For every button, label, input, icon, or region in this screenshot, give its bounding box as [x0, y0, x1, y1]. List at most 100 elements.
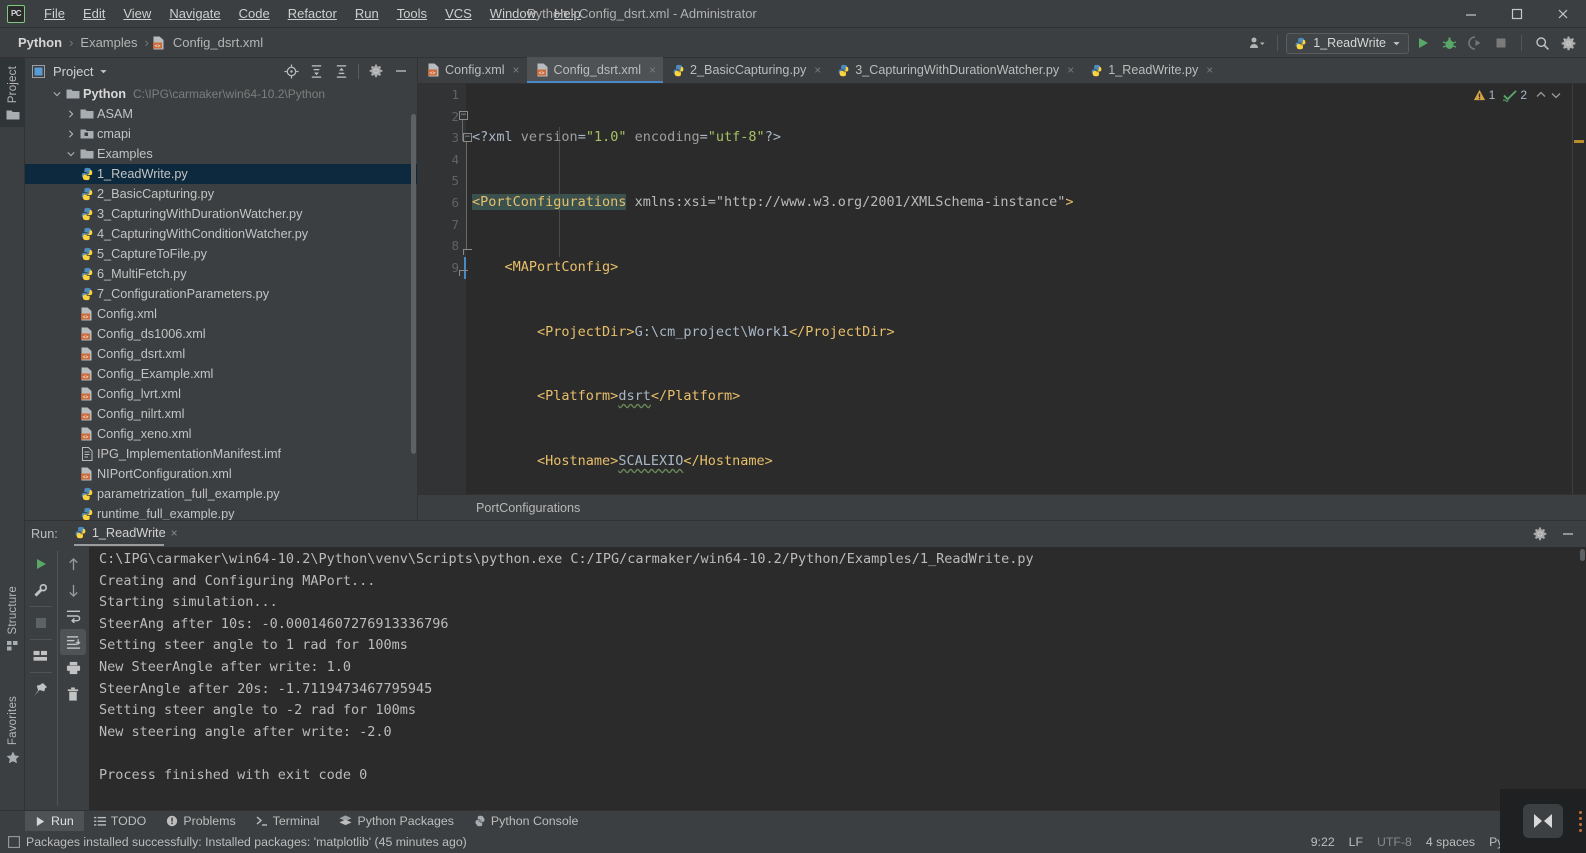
error-stripe-gutter[interactable]: [1572, 84, 1586, 520]
settings-button[interactable]: [1556, 31, 1580, 55]
menu-item-navigate[interactable]: Navigate: [160, 3, 229, 24]
tree-node-examples[interactable]: Examples: [25, 144, 417, 164]
tree-node-python[interactable]: Python C:\IPG\carmaker\win64-10.2\Python: [25, 84, 417, 104]
print-button[interactable]: [60, 655, 86, 681]
fold-marker-collapse[interactable]: −: [463, 133, 472, 142]
expand-all-button[interactable]: [304, 59, 328, 83]
inspection-widget[interactable]: 1 2: [1473, 88, 1562, 102]
maximize-button[interactable]: [1494, 0, 1540, 28]
rerun-button[interactable]: [28, 551, 54, 577]
editor-tab-config-dsrt-xml[interactable]: <> Config_dsrt.xml ×: [526, 57, 664, 83]
scroll-to-end-button[interactable]: [60, 629, 87, 655]
line-separator[interactable]: LF: [1349, 835, 1363, 849]
debug-button[interactable]: [1437, 31, 1461, 55]
tree-node-niportconfiguration-xml[interactable]: <> NIPortConfiguration.xml: [25, 464, 417, 484]
chevron-down-icon[interactable]: [1550, 89, 1562, 101]
sidebar-item-project[interactable]: Project: [0, 58, 25, 128]
next-occurrence-button[interactable]: [60, 577, 86, 603]
close-icon[interactable]: ×: [171, 526, 178, 540]
edit-configuration-button[interactable]: [28, 577, 54, 603]
tree-node-ipg-implementationmanifest-imf[interactable]: IPG_ImplementationManifest.imf: [25, 444, 417, 464]
tree-node-6-multifetch[interactable]: 6_MultiFetch.py: [25, 264, 417, 284]
run-coverage-button[interactable]: [1463, 31, 1487, 55]
editor-breadcrumb[interactable]: PortConfigurations: [476, 501, 580, 515]
file-encoding[interactable]: UTF-8: [1377, 835, 1412, 849]
chevron-right-icon[interactable]: [63, 104, 78, 124]
menu-item-tools[interactable]: Tools: [388, 3, 436, 24]
screen-recorder-overlay[interactable]: [1500, 789, 1586, 853]
bottom-tab-python-console[interactable]: Python Console: [464, 811, 588, 832]
tree-node-config-dsrt-xml[interactable]: <> Config_dsrt.xml: [25, 344, 417, 364]
editor-tab-2-basiccapturing[interactable]: 2_BasicCapturing.py ×: [663, 57, 828, 83]
clear-all-button[interactable]: [60, 681, 86, 707]
stop-button[interactable]: [28, 610, 54, 636]
bottom-tab-python-packages[interactable]: Python Packages: [329, 811, 463, 832]
tree-node-7-configurationparameters[interactable]: 7_ConfigurationParameters.py: [25, 284, 417, 304]
menu-item-file[interactable]: File: [35, 3, 74, 24]
run-hide-button[interactable]: [1556, 522, 1580, 546]
chevron-right-icon[interactable]: [63, 124, 78, 144]
close-icon[interactable]: ×: [1206, 63, 1213, 77]
overlay-drag-handle[interactable]: [1579, 811, 1582, 832]
caret-position[interactable]: 9:22: [1311, 835, 1335, 849]
fold-end-marker[interactable]: [463, 249, 472, 255]
sidebar-item-structure[interactable]: Structure: [0, 580, 25, 658]
project-settings-button[interactable]: [364, 59, 388, 83]
pin-button[interactable]: [28, 676, 54, 702]
editor-tab-3-capturingwithdurationwatcher[interactable]: 3_CapturingWithDurationWatcher.py ×: [828, 57, 1081, 83]
close-icon[interactable]: ×: [814, 63, 821, 77]
tree-node-2-basiccapturing[interactable]: 2_BasicCapturing.py: [25, 184, 417, 204]
tree-node-4-capturingwithconditionwatcher[interactable]: 4_CapturingWithConditionWatcher.py: [25, 224, 417, 244]
code-folding-gutter[interactable]: − −: [458, 84, 472, 520]
prev-occurrence-button[interactable]: [60, 551, 86, 577]
indent-setting[interactable]: 4 spaces: [1426, 835, 1475, 849]
close-icon[interactable]: ×: [1067, 63, 1074, 77]
menu-item-run[interactable]: Run: [346, 3, 388, 24]
console-output[interactable]: C:\IPG\carmaker\win64-10.2\Python\venv\S…: [89, 547, 1572, 810]
console-scrollbar[interactable]: [1580, 549, 1585, 561]
project-scrollbar[interactable]: [411, 114, 416, 454]
tree-node-cmapi[interactable]: cmapi: [25, 124, 417, 144]
tree-node-1-readwrite[interactable]: 1_ReadWrite.py: [25, 164, 417, 184]
menu-item-vcs[interactable]: VCS: [436, 3, 481, 24]
bottom-tab-terminal[interactable]: Terminal: [246, 811, 330, 832]
bottom-tab-problems[interactable]: Problems: [156, 811, 245, 832]
fold-end-marker[interactable]: [459, 270, 468, 276]
fold-marker-collapse[interactable]: −: [459, 111, 468, 120]
close-icon[interactable]: ×: [649, 63, 656, 77]
menu-item-edit[interactable]: Edit: [74, 3, 114, 24]
collapse-all-button[interactable]: [329, 59, 353, 83]
close-button[interactable]: [1540, 0, 1586, 28]
sidebar-item-favorites[interactable]: Favorites: [0, 690, 25, 770]
screen-recorder-button[interactable]: [1523, 804, 1563, 838]
breadcrumb-item-python[interactable]: Python: [14, 33, 66, 52]
soft-wrap-button[interactable]: [60, 603, 86, 629]
bottom-tab-run[interactable]: Run: [25, 810, 84, 832]
layout-button[interactable]: [28, 643, 54, 669]
stop-button[interactable]: [1489, 31, 1513, 55]
code-editor[interactable]: 1 2 3 4 5 6 7 8 9 − − <?xml version="1.0…: [418, 84, 1586, 668]
editor-tab-config-xml[interactable]: <> Config.xml ×: [418, 57, 527, 83]
tree-node-config-nilrt-xml[interactable]: <> Config_nilrt.xml: [25, 404, 417, 424]
menu-item-view[interactable]: View: [114, 3, 160, 24]
close-icon[interactable]: ×: [513, 63, 520, 77]
chevron-up-icon[interactable]: [1535, 89, 1547, 101]
breadcrumb-item-examples[interactable]: Examples: [76, 33, 141, 52]
run-settings-button[interactable]: [1528, 522, 1552, 546]
hide-panel-button[interactable]: [389, 59, 413, 83]
locate-file-button[interactable]: [279, 59, 303, 83]
status-message-area[interactable]: Packages installed successfully: Install…: [8, 835, 467, 849]
user-button[interactable]: [1245, 31, 1269, 55]
chevron-down-icon[interactable]: [49, 84, 64, 104]
editor-tab-1-readwrite[interactable]: 1_ReadWrite.py ×: [1081, 57, 1220, 83]
menu-item-refactor[interactable]: Refactor: [279, 3, 346, 24]
run-window-tab[interactable]: 1_ReadWrite ×: [73, 526, 178, 546]
run-configuration-selector[interactable]: 1_ReadWrite: [1286, 32, 1409, 54]
tree-node-3-capturingwithdurationwatcher[interactable]: 3_CapturingWithDurationWatcher.py: [25, 204, 417, 224]
tree-node-5-capturetofile[interactable]: 5_CaptureToFile.py: [25, 244, 417, 264]
chevron-down-icon[interactable]: [99, 67, 108, 76]
tree-node-config-xeno-xml[interactable]: <> Config_xeno.xml: [25, 424, 417, 444]
tree-node-config-ds1006-xml[interactable]: <> Config_ds1006.xml: [25, 324, 417, 344]
code-content[interactable]: <?xml version="1.0" encoding="utf-8"?> <…: [472, 84, 1586, 668]
tree-node-asam[interactable]: ASAM: [25, 104, 417, 124]
